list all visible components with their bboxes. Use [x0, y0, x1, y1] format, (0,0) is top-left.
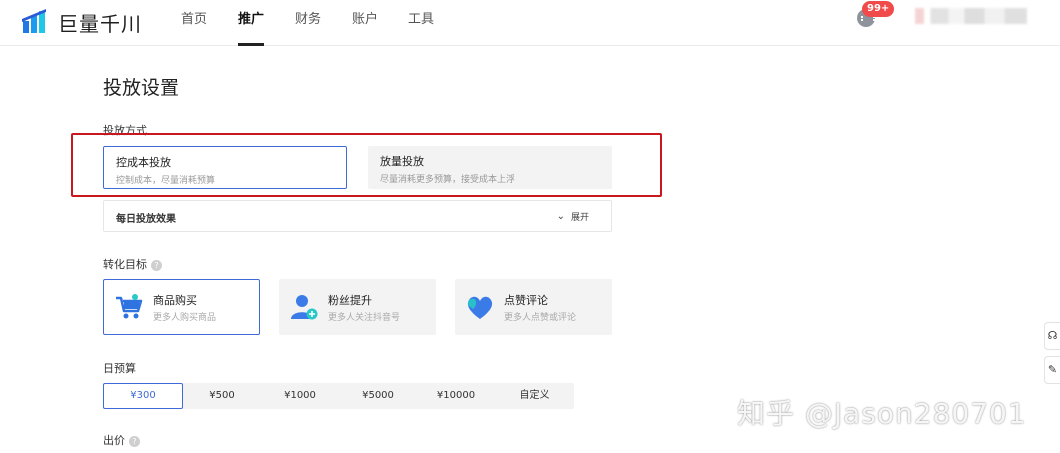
budget-option-10000[interactable]: ¥10000 [417, 383, 495, 409]
help-icon[interactable]: ? [129, 435, 140, 447]
daily-effect-title: 每日投放效果 [116, 214, 176, 225]
goal-option-desc: 更多人关注抖音号 [328, 312, 401, 323]
app-name: 巨量千川 [58, 11, 142, 36]
conversion-goal-text: 转化目标 [103, 258, 147, 271]
goal-option-desc: 更多人点赞或评论 [504, 312, 577, 323]
nav-home[interactable]: 首页 [181, 0, 207, 46]
user-account-blurred[interactable] [915, 8, 1027, 24]
conversion-goal-label: 转化目标? [103, 256, 162, 272]
budget-option-5000[interactable]: ¥5000 [339, 383, 417, 409]
active-tab-indicator [238, 43, 264, 46]
goal-option-desc: 更多人购买商品 [153, 312, 217, 323]
expand-toggle[interactable]: ⌄ 展开 [557, 210, 589, 223]
bid-label-text: 出价 [103, 434, 125, 447]
top-navbar: 巨量千川 首页 推广 财务 账户 工具 99+ [0, 0, 1060, 46]
nav-promotion[interactable]: 推广 [238, 0, 264, 46]
cart-icon [116, 294, 143, 319]
highlight-annotation-box [71, 133, 662, 197]
feedback-icon[interactable]: ✎ [1044, 356, 1060, 384]
expand-label: 展开 [570, 213, 589, 223]
page-title: 投放设置 [103, 77, 180, 99]
goal-option-title: 粉丝提升 [328, 293, 372, 307]
daily-effect-panel[interactable]: 每日投放效果 ⌄ 展开 [103, 200, 612, 232]
nav-tools[interactable]: 工具 [408, 0, 434, 46]
goal-option-followers[interactable]: 粉丝提升 更多人关注抖音号 [279, 279, 436, 335]
budget-option-custom[interactable]: 自定义 [495, 383, 574, 409]
notification-badge: 99+ [862, 1, 895, 17]
user-plus-icon [291, 295, 318, 320]
budget-option-500[interactable]: ¥500 [183, 383, 261, 409]
double-chevron-down-icon: ⌄ [556, 211, 565, 222]
budget-options: ¥300 ¥500 ¥1000 ¥5000 ¥10000 自定义 [103, 383, 574, 409]
bid-label: 出价? [103, 432, 140, 448]
daily-budget-label: 日预算 [103, 362, 136, 375]
goal-option-title: 点赞评论 [504, 293, 548, 307]
headset-icon[interactable]: ☊ [1044, 322, 1060, 350]
app-logo[interactable]: 巨量千川 [22, 8, 142, 36]
nav-account[interactable]: 账户 [352, 0, 378, 46]
logo-bars-icon [22, 9, 46, 33]
goal-option-title: 商品购买 [153, 293, 197, 307]
budget-option-1000[interactable]: ¥1000 [261, 383, 339, 409]
heart-icon [467, 296, 493, 319]
budget-option-300[interactable]: ¥300 [103, 383, 183, 409]
goal-option-purchase[interactable]: 商品购买 更多人购买商品 [103, 279, 260, 335]
goal-option-engagement[interactable]: 点赞评论 更多人点赞或评论 [455, 279, 612, 335]
watermark: 知乎 @Jason280701 [737, 397, 1027, 430]
help-icon[interactable]: ? [151, 259, 162, 271]
nav-finance[interactable]: 财务 [295, 0, 321, 46]
